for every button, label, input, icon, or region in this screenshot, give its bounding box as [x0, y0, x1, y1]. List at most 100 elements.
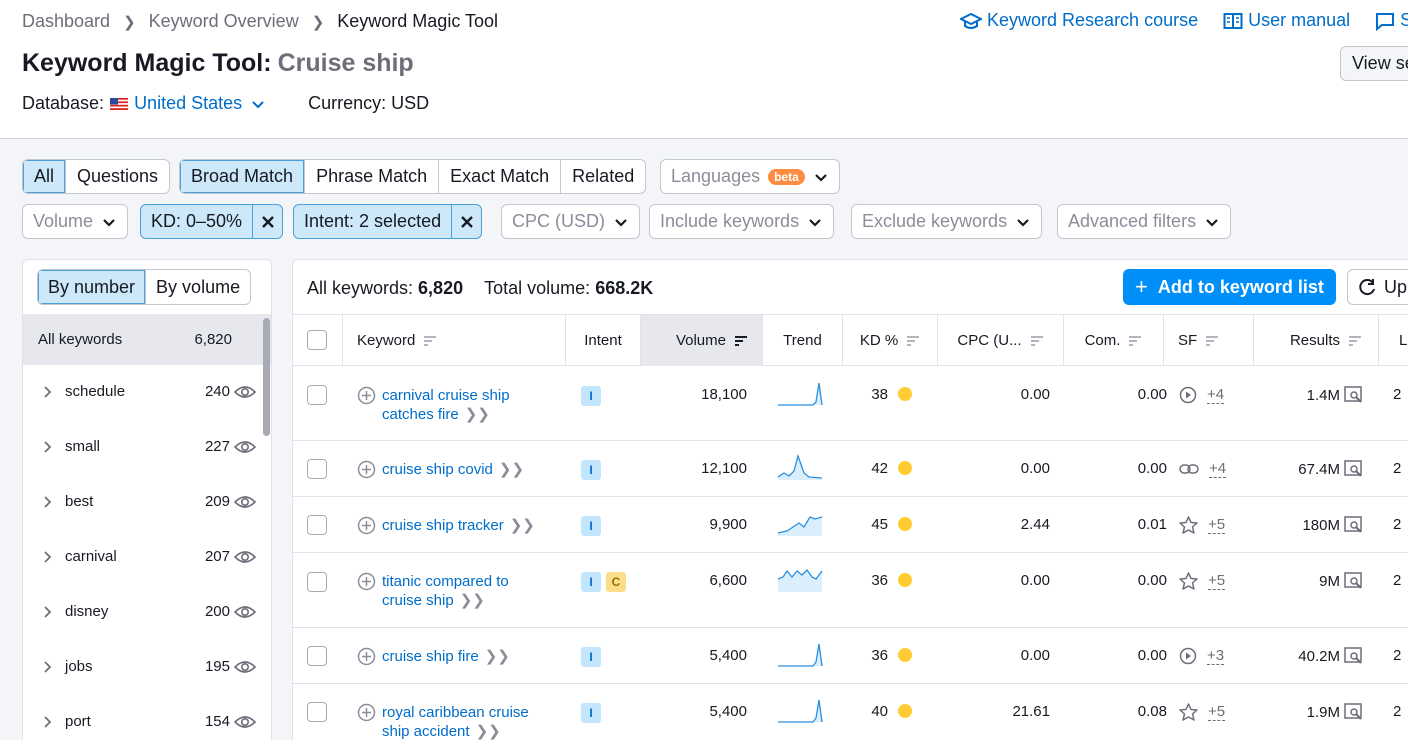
serp-features-cell[interactable]: +3	[1179, 647, 1225, 665]
double-chevron-icon[interactable]: ❯❯	[485, 648, 510, 665]
cpc-dropdown[interactable]: CPC (USD)	[501, 204, 640, 239]
view-button[interactable]: View se	[1340, 46, 1408, 81]
tab-phrase-match[interactable]: Phrase Match	[305, 160, 440, 193]
row-checkbox[interactable]	[307, 702, 327, 722]
add-to-keyword-list-button[interactable]: + Add to keyword list	[1123, 269, 1336, 305]
add-circle-icon[interactable]	[357, 703, 376, 722]
column-volume[interactable]: Volume	[641, 315, 763, 366]
eye-icon[interactable]	[234, 549, 256, 565]
tab-broad-match[interactable]: Broad Match	[180, 160, 306, 193]
column-serp-features[interactable]: SF	[1164, 315, 1254, 366]
sort-icon[interactable]	[1348, 335, 1362, 347]
keyword-research-course-link[interactable]: Keyword Research course	[960, 10, 1198, 31]
group-item[interactable]: carnival 207	[23, 529, 271, 584]
column-keyword[interactable]: Keyword	[343, 315, 566, 366]
double-chevron-icon[interactable]: ❯❯	[465, 406, 490, 423]
keyword-link[interactable]: cruise ship fire ❯❯	[382, 647, 510, 666]
group-item[interactable]: disney 200	[23, 584, 271, 639]
row-checkbox[interactable]	[307, 459, 327, 479]
column-results[interactable]: Results	[1254, 315, 1379, 366]
serp-features-more[interactable]: +5	[1208, 516, 1226, 534]
kd-filter-chip[interactable]: KD: 0–50%	[140, 204, 284, 239]
serp-features-more[interactable]: +3	[1207, 647, 1225, 665]
sort-icon[interactable]	[1030, 335, 1044, 347]
serp-search-icon[interactable]	[1344, 460, 1364, 478]
serp-features-cell[interactable]: +5	[1179, 703, 1226, 721]
double-chevron-icon[interactable]: ❯❯	[460, 592, 485, 609]
serp-search-icon[interactable]	[1344, 647, 1364, 665]
add-circle-icon[interactable]	[357, 647, 376, 666]
serp-features-more[interactable]: +5	[1208, 703, 1226, 721]
group-item[interactable]: port 154	[23, 694, 271, 740]
breadcrumb-dashboard[interactable]: Dashboard	[22, 11, 110, 32]
keyword-link[interactable]: cruise ship covid ❯❯	[382, 460, 524, 479]
row-checkbox[interactable]	[307, 572, 327, 592]
group-item[interactable]: schedule 240	[23, 364, 271, 419]
advanced-filters-dropdown[interactable]: Advanced filters	[1057, 204, 1232, 239]
database-select[interactable]: United States	[134, 93, 268, 114]
double-chevron-icon[interactable]: ❯❯	[499, 461, 524, 478]
group-item[interactable]: best 209	[23, 474, 271, 529]
sort-icon[interactable]	[906, 335, 920, 347]
serp-search-icon[interactable]	[1344, 386, 1364, 404]
all-keywords-group[interactable]: All keywords 6,820	[23, 314, 271, 365]
keyword-link[interactable]: royal caribbean cruise ship accident ❯❯	[382, 703, 529, 740]
row-checkbox[interactable]	[307, 646, 327, 666]
user-manual-link[interactable]: User manual	[1223, 10, 1350, 31]
serp-features-more[interactable]: +4	[1207, 386, 1225, 404]
serp-features-cell[interactable]: +4	[1179, 386, 1225, 404]
chevron-right-icon[interactable]	[43, 550, 53, 564]
chevron-right-icon[interactable]	[43, 385, 53, 399]
languages-dropdown[interactable]: Languages beta	[660, 159, 840, 194]
chevron-right-icon[interactable]	[43, 495, 53, 509]
chevron-right-icon[interactable]	[43, 605, 53, 619]
feedback-link[interactable]: S	[1375, 10, 1408, 31]
tab-by-number[interactable]: By number	[38, 270, 147, 304]
column-last-update[interactable]: L	[1379, 315, 1408, 366]
eye-icon[interactable]	[234, 659, 256, 675]
tab-questions[interactable]: Questions	[66, 160, 169, 193]
serp-features-more[interactable]: +4	[1209, 460, 1227, 478]
volume-dropdown[interactable]: Volume	[22, 204, 129, 239]
exclude-keywords-dropdown[interactable]: Exclude keywords	[851, 204, 1043, 239]
add-circle-icon[interactable]	[357, 516, 376, 535]
tab-related[interactable]: Related	[561, 160, 645, 193]
update-metrics-button[interactable]: Up	[1347, 269, 1408, 305]
close-icon[interactable]	[252, 205, 282, 238]
eye-icon[interactable]	[234, 439, 256, 455]
include-keywords-dropdown[interactable]: Include keywords	[649, 204, 835, 239]
serp-search-icon[interactable]	[1344, 703, 1364, 721]
serp-search-icon[interactable]	[1344, 516, 1364, 534]
add-circle-icon[interactable]	[357, 460, 376, 479]
chevron-right-icon[interactable]	[43, 715, 53, 729]
sort-icon[interactable]	[1205, 335, 1219, 347]
add-circle-icon[interactable]	[357, 386, 376, 405]
double-chevron-icon[interactable]: ❯❯	[476, 723, 501, 740]
chevron-right-icon[interactable]	[43, 440, 53, 454]
select-all-checkbox[interactable]	[307, 330, 327, 350]
sort-icon[interactable]	[1128, 335, 1142, 347]
column-kd[interactable]: KD %	[843, 315, 938, 366]
eye-icon[interactable]	[234, 714, 256, 730]
sort-icon[interactable]	[734, 335, 748, 347]
group-item[interactable]: small 227	[23, 419, 271, 474]
breadcrumb-keyword-overview[interactable]: Keyword Overview	[149, 11, 299, 32]
column-competition[interactable]: Com.	[1064, 315, 1164, 366]
serp-search-icon[interactable]	[1344, 572, 1364, 590]
keyword-link[interactable]: cruise ship tracker ❯❯	[382, 516, 535, 535]
row-checkbox[interactable]	[307, 515, 327, 535]
eye-icon[interactable]	[234, 384, 256, 400]
chevron-right-icon[interactable]	[43, 660, 53, 674]
serp-features-cell[interactable]: +5	[1179, 516, 1226, 534]
group-item[interactable]: jobs 195	[23, 639, 271, 694]
serp-features-cell[interactable]: +5	[1179, 572, 1226, 590]
tab-exact-match[interactable]: Exact Match	[439, 160, 562, 193]
tab-by-volume[interactable]: By volume	[146, 270, 250, 304]
eye-icon[interactable]	[234, 604, 256, 620]
keyword-link[interactable]: carnival cruise ship catches fire ❯❯	[382, 386, 510, 424]
add-circle-icon[interactable]	[357, 572, 376, 591]
intent-filter-chip[interactable]: Intent: 2 selected	[293, 204, 483, 239]
serp-features-cell[interactable]: +4	[1179, 460, 1227, 478]
double-chevron-icon[interactable]: ❯❯	[510, 517, 535, 534]
tab-all[interactable]: All	[23, 160, 67, 193]
